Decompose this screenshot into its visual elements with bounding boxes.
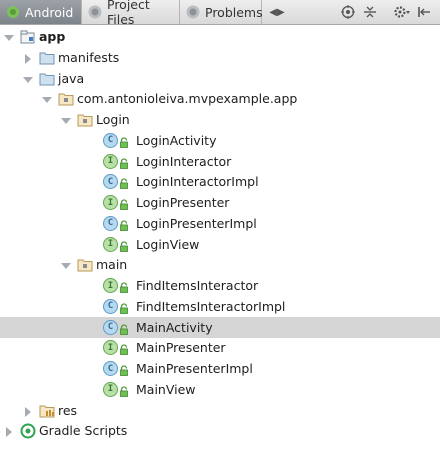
tree-item-label: LoginInteractorImpl [136,174,259,190]
tab-label: Problems [205,4,263,20]
package-icon [77,112,93,128]
settings-gear-icon[interactable] [392,4,412,20]
access-modifier-icon [119,343,129,356]
gradle-icon [20,423,36,439]
tree-item-label: manifests [58,49,120,65]
collapsed-arrow-icon[interactable] [23,405,33,417]
interface-icon: I [103,381,118,397]
tree-row[interactable]: C MainActivity [0,316,440,338]
folder-icon [39,71,55,87]
tree-row[interactable]: I LoginInteractor [0,151,440,172]
tree-row[interactable]: res [0,400,440,421]
class-icon: C [103,298,118,314]
class-icon: C [103,132,118,148]
tree-row[interactable]: I MainPresenter [0,337,440,358]
tree-row[interactable]: main [0,254,440,275]
tree-item-label: Login [96,112,130,127]
interface-icon: I [103,340,118,356]
access-modifier-icon [119,385,129,397]
access-modifier-icon [119,198,129,210]
access-modifier-icon [119,281,129,293]
tree-row[interactable]: java [0,68,440,89]
tree-row[interactable]: C LoginActivity [0,130,440,151]
collapse-all-icon[interactable] [362,4,378,20]
tree-row[interactable]: I LoginView [0,234,440,255]
interface-icon: I [103,153,118,169]
tree-row[interactable]: C LoginPresenterImpl [0,213,440,234]
class-icon: C [103,319,118,335]
class-icon: C [103,174,118,190]
tree-item-label: main [96,257,128,273]
tree-item-label: app [39,29,66,44]
interface-icon: I [103,236,118,252]
tree-row[interactable]: Login [0,109,440,130]
folder-icon [39,50,55,66]
tab-problems[interactable]: Problems [180,0,263,24]
access-modifier-icon [119,177,129,190]
class-icon: C [103,215,118,231]
access-modifier-icon [119,136,129,148]
access-modifier-icon [119,240,129,252]
tab-label: Android [25,4,74,20]
expanded-arrow-icon[interactable] [42,93,52,104]
tab-label: Project Files [107,0,150,27]
tree-row[interactable]: C LoginInteractorImpl [0,171,440,192]
collapsed-arrow-icon[interactable] [4,425,14,438]
expanded-arrow-icon[interactable] [61,259,71,270]
expanded-arrow-icon[interactable] [23,73,33,83]
project-files-icon [87,4,103,20]
tree-row[interactable]: manifests [0,47,440,68]
tree-item-label: MainPresenter [136,340,226,356]
tree-item-label: FindItemsInteractor [136,278,259,293]
tree-item-label: Gradle Scripts [39,423,128,439]
project-tree: app manifests java com.antonioleiva.mvpexam… [0,25,440,451]
tree-row[interactable]: com.antonioleiva.mvpexample.app [0,88,440,109]
tree-item-label: LoginPresenter [136,195,230,210]
tree-row[interactable]: I FindItemsInteractor [0,275,440,296]
collapsed-arrow-icon[interactable] [23,52,33,64]
tree-row[interactable]: C FindItemsInteractorImpl [0,296,440,317]
tree-row[interactable]: app [0,26,440,47]
tree-item-label: LoginInteractor [136,153,232,169]
problems-icon [185,4,201,20]
tree-row[interactable]: I LoginPresenter [0,192,440,213]
tree-row[interactable]: I MainView [0,379,440,400]
tree-item-label: MainActivity [136,319,213,335]
tab-android[interactable]: Android [0,0,82,24]
module-folder-icon [20,29,36,45]
access-modifier-icon [119,157,129,169]
tree-row[interactable]: C MainPresenterImpl [0,358,440,379]
android-icon [5,4,21,20]
tree-item-label: com.antonioleiva.mvpexample.app [77,91,298,107]
package-icon [58,91,74,107]
interface-icon: I [103,195,118,210]
tree-item-label: LoginView [136,236,200,252]
expanded-arrow-icon[interactable] [4,31,14,41]
tree-row[interactable]: Gradle Scripts [0,420,440,441]
tab-scroll-arrows[interactable]: ◀▶ [266,4,288,20]
tool-window-tab-bar: Android Project Files Problems ◀▶ [0,0,440,27]
tree-item-label: java [58,70,85,86]
tree-item-label: res [58,402,78,418]
class-icon: C [103,361,118,376]
tree-item-label: FindItemsInteractorImpl [136,298,286,314]
hide-panel-icon[interactable] [416,4,432,20]
tree-item-label: MainPresenterImpl [136,361,253,376]
package-icon [77,257,93,273]
access-modifier-icon [119,323,129,335]
target-icon[interactable] [340,4,356,20]
tree-item-label: LoginPresenterImpl [136,215,257,231]
tab-project-files[interactable]: Project Files [82,0,180,27]
expanded-arrow-icon[interactable] [61,114,71,124]
access-modifier-icon [119,302,129,314]
resources-folder-icon [39,403,55,419]
access-modifier-icon [119,219,129,231]
tree-item-label: MainView [136,381,196,397]
interface-icon: I [103,278,118,293]
access-modifier-icon [119,364,129,376]
tree-item-label: LoginActivity [136,132,217,148]
